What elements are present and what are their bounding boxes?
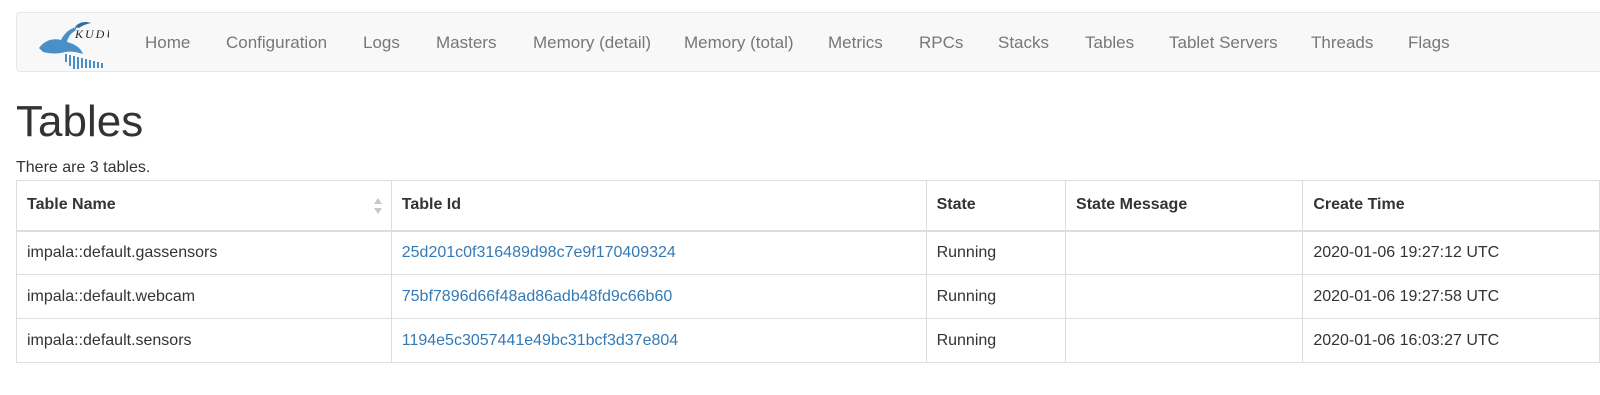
page-title: Tables [16, 97, 144, 146]
table-id-link[interactable]: 1194e5c3057441e49bc31bcf3d37e804 [402, 332, 678, 349]
column-header-table-name[interactable]: Table Name [16, 180, 392, 232]
table-id-link[interactable]: 25d201c0f316489d98c7e9f170409324 [402, 244, 676, 261]
nav-memory-total[interactable]: Memory (total) [684, 13, 794, 73]
svg-text:KUDU: KUDU [74, 27, 109, 41]
table-row: impala::default.gassensors 25d201c0f3164… [16, 230, 1600, 275]
cell-create-time: 2020-01-06 19:27:58 UTC [1302, 274, 1600, 319]
kudu-logo[interactable]: KUDU [35, 18, 109, 72]
nav-memory-detail[interactable]: Memory (detail) [533, 13, 651, 73]
cell-table-name: impala::default.gassensors [16, 230, 392, 275]
cell-table-name: impala::default.sensors [16, 318, 392, 363]
column-header-label: Table Name [27, 196, 116, 214]
cell-table-id: 75bf7896d66f48ad86adb48fd9c66b60 [390, 274, 927, 319]
column-header-create-time: Create Time [1302, 180, 1600, 232]
cell-state: Running [925, 274, 1067, 319]
column-header-state-message: State Message [1065, 180, 1304, 232]
cell-create-time: 2020-01-06 16:03:27 UTC [1302, 318, 1600, 363]
top-navbar: KUDU Home Configuration Logs Masters Mem… [16, 12, 1600, 72]
nav-flags[interactable]: Flags [1408, 13, 1450, 73]
column-header-state: State [925, 180, 1067, 232]
nav-threads[interactable]: Threads [1311, 13, 1373, 73]
tables-table: Table Name Table Id State State Message … [16, 180, 1600, 363]
cell-create-time: 2020-01-06 19:27:12 UTC [1302, 230, 1600, 275]
cell-table-id: 1194e5c3057441e49bc31bcf3d37e804 [390, 318, 927, 363]
nav-home[interactable]: Home [145, 13, 190, 73]
nav-masters[interactable]: Masters [436, 13, 496, 73]
cell-table-name: impala::default.webcam [16, 274, 392, 319]
nav-metrics[interactable]: Metrics [828, 13, 883, 73]
table-header-row: Table Name Table Id State State Message … [16, 180, 1600, 232]
cell-state: Running [925, 318, 1067, 363]
nav-tables[interactable]: Tables [1085, 13, 1134, 73]
table-row: impala::default.sensors 1194e5c3057441e4… [16, 318, 1600, 363]
nav-configuration[interactable]: Configuration [226, 13, 327, 73]
table-count-summary: There are 3 tables. [16, 159, 151, 176]
cell-state-message [1065, 230, 1304, 275]
nav-stacks[interactable]: Stacks [998, 13, 1049, 73]
column-header-table-id: Table Id [390, 180, 927, 232]
table-row: impala::default.webcam 75bf7896d66f48ad8… [16, 274, 1600, 319]
nav-tablet-servers[interactable]: Tablet Servers [1169, 13, 1278, 73]
cell-state: Running [925, 230, 1067, 275]
cell-state-message [1065, 274, 1304, 319]
table-id-link[interactable]: 75bf7896d66f48ad86adb48fd9c66b60 [402, 288, 673, 305]
cell-table-id: 25d201c0f316489d98c7e9f170409324 [390, 230, 927, 275]
sort-icon[interactable] [373, 197, 383, 215]
cell-state-message [1065, 318, 1304, 363]
nav-rpcs[interactable]: RPCs [919, 13, 963, 73]
nav-logs[interactable]: Logs [363, 13, 400, 73]
